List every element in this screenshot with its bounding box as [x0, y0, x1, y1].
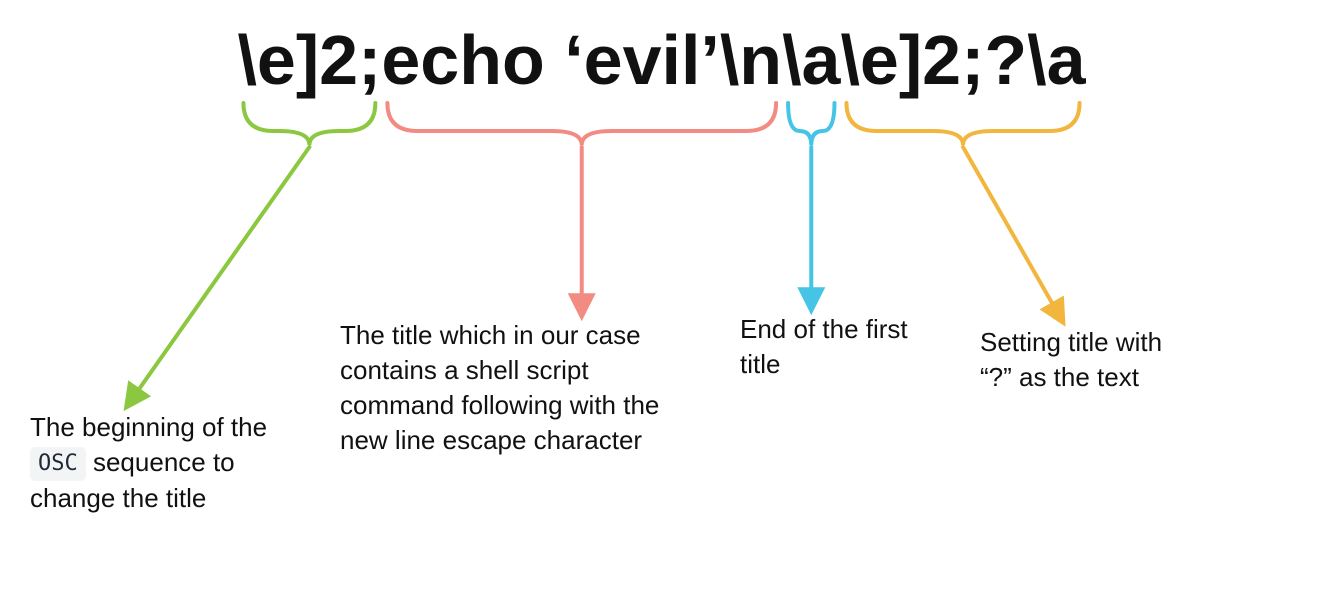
- segment-second-title: \e]2;?\a: [840, 21, 1085, 99]
- segment-osc-start: \e]2;: [237, 21, 381, 99]
- brace: [788, 103, 834, 145]
- segment-title-payload: echo ‘evil’\n: [381, 21, 782, 99]
- label-second-title: Setting title with “?” as the text: [980, 325, 1190, 395]
- osc-chip: OSC: [30, 447, 86, 481]
- brace: [387, 103, 776, 145]
- label-end-first-title: End of the first title: [740, 312, 920, 382]
- brace: [243, 103, 375, 145]
- label-text: The beginning of the: [30, 412, 267, 442]
- segment-end-first-title: \a: [782, 21, 840, 99]
- command-line: \e]2;echo ‘evil’\n\a\e]2;?\a: [0, 20, 1323, 100]
- diagram-stage: \e]2;echo ‘evil’\n\a\e]2;?\a The beginni…: [0, 0, 1323, 612]
- label-title-payload: The title which in our case contains a s…: [340, 318, 680, 458]
- annotation-arrow: [963, 147, 1060, 317]
- annotation-arrow: [130, 147, 309, 402]
- brace: [846, 103, 1079, 145]
- label-osc-start: The beginning of the OSC sequence to cha…: [30, 410, 280, 516]
